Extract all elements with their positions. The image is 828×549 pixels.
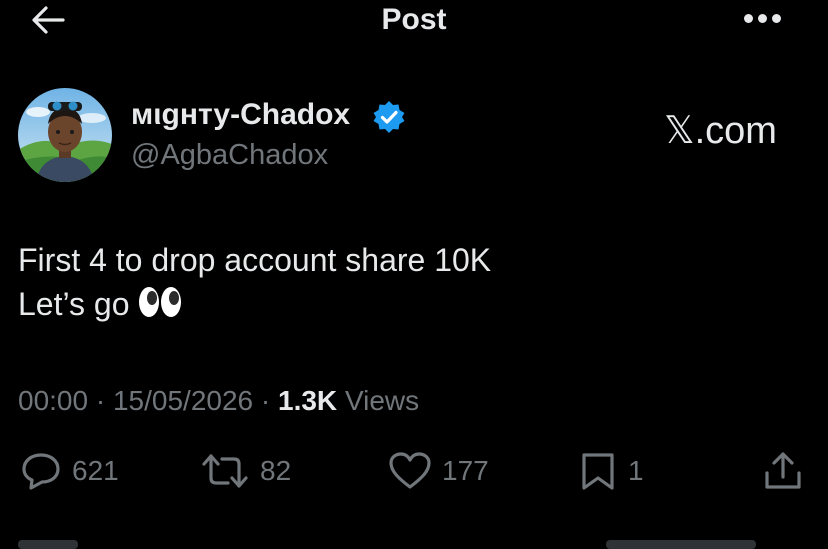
like-button[interactable]: 177 [388, 451, 489, 491]
author-handle[interactable]: @AgbaChadox [131, 139, 328, 172]
reply-icon [22, 453, 60, 490]
separator: · [260, 385, 271, 416]
cropped-bottom-text [18, 540, 78, 549]
more-options-button[interactable] [744, 14, 784, 24]
verified-badge-icon [373, 101, 405, 133]
reply-count: 621 [72, 455, 119, 486]
tweet-line-2: Let’s go [18, 282, 491, 326]
more-horizontal-icon [744, 14, 753, 23]
views-count[interactable]: 1.3K [278, 385, 337, 416]
bookmark-count: 1 [628, 455, 644, 486]
reply-button[interactable]: 621 [20, 451, 119, 491]
views-label[interactable]: Views [345, 385, 419, 416]
x-com-watermark: 𝕏.com [664, 110, 777, 152]
repost-count: 82 [260, 455, 292, 486]
repost-button[interactable]: 82 [200, 451, 291, 491]
more-dot [758, 14, 767, 23]
bookmark-icon [582, 453, 614, 490]
share-button[interactable] [762, 451, 804, 491]
tweet-text: First 4 to drop account share 10K Let’s … [18, 238, 491, 326]
like-count: 177 [442, 455, 489, 486]
author-display-name[interactable]: мιgнту-Chadox [131, 98, 350, 132]
tweet-time[interactable]: 00:00 [18, 385, 88, 416]
separator: · [95, 385, 106, 416]
more-dot [772, 14, 781, 23]
tweet-date[interactable]: 15/05/2026 [113, 385, 253, 416]
tweet-line-1: First 4 to drop account share 10K [18, 242, 492, 278]
heart-icon [389, 452, 431, 489]
tweet-line-2-text: Let’s go [18, 286, 130, 322]
avatar-image [18, 88, 112, 182]
repost-icon [202, 454, 248, 488]
share-icon [765, 452, 801, 489]
page-title: Post [381, 3, 447, 36]
bookmark-button[interactable]: 1 [578, 451, 644, 491]
cropped-bottom-text [606, 540, 756, 549]
avatar[interactable] [18, 88, 112, 182]
top-bar: Post [0, 0, 828, 40]
eyes-emoji-icon [138, 287, 181, 317]
tweet-metadata: 00:00 · 15/05/2026 · 1.3K Views [18, 385, 419, 417]
